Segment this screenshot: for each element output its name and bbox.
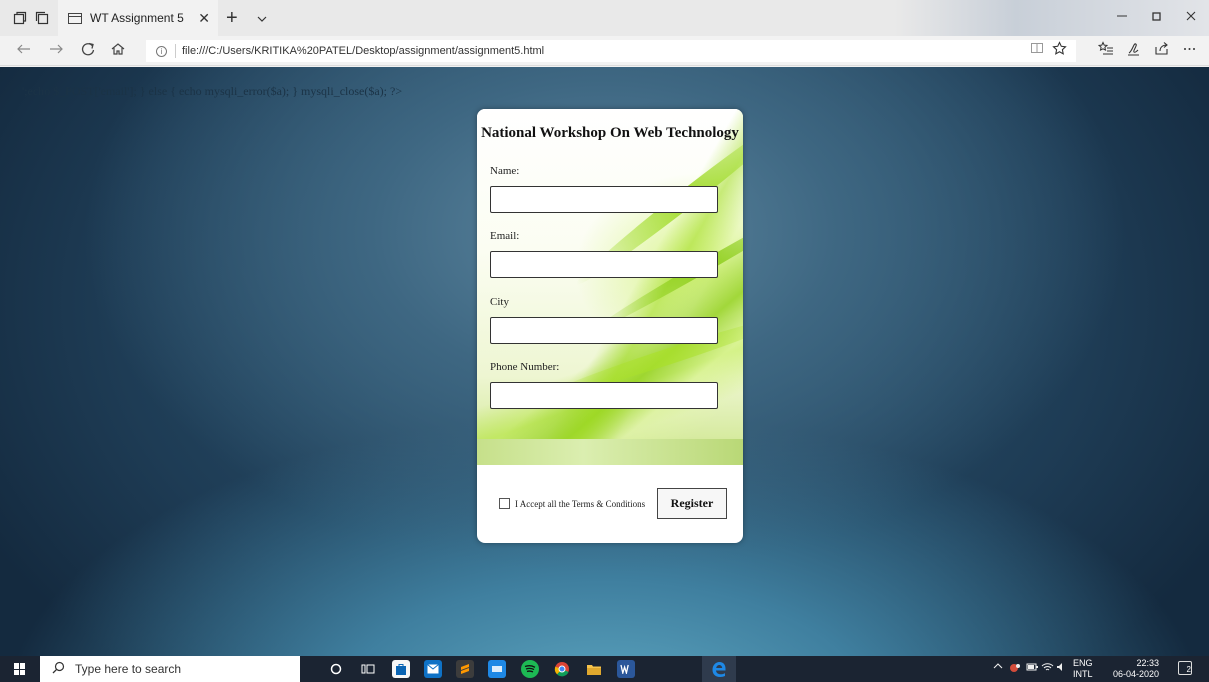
share-icon[interactable] bbox=[1154, 41, 1169, 60]
search-icon bbox=[52, 661, 65, 677]
show-hidden-icons-icon[interactable] bbox=[993, 662, 1003, 673]
home-icon[interactable] bbox=[110, 41, 126, 61]
tab-set-aside-icon[interactable] bbox=[12, 10, 28, 26]
phone-label: Phone Number: bbox=[490, 361, 560, 373]
terms-row: I Accept all the Terms & Conditions bbox=[499, 498, 645, 509]
phone-input[interactable] bbox=[490, 382, 718, 409]
clock[interactable]: 22:33 06-04-2020 bbox=[1087, 658, 1159, 680]
store-icon[interactable] bbox=[392, 660, 410, 678]
email-label: Email: bbox=[490, 230, 520, 242]
sublime-icon[interactable] bbox=[456, 660, 474, 678]
cortana-icon[interactable] bbox=[327, 660, 345, 678]
app-icon[interactable] bbox=[488, 660, 506, 678]
name-input[interactable] bbox=[490, 186, 718, 213]
notification-count: 2 bbox=[1186, 665, 1191, 674]
email-input[interactable] bbox=[490, 251, 718, 278]
terms-label: I Accept all the Terms & Conditions bbox=[515, 498, 646, 509]
clock-time: 22:33 bbox=[1136, 658, 1159, 668]
action-center-icon[interactable]: 2 bbox=[1178, 661, 1192, 675]
web-note-icon[interactable] bbox=[1126, 41, 1141, 60]
city-label: City bbox=[490, 296, 509, 308]
url-separator bbox=[175, 44, 176, 58]
forward-icon[interactable] bbox=[48, 41, 64, 61]
url-field[interactable]: i file:///C:/Users/KRITIKA%20PATEL/Deskt… bbox=[146, 40, 1076, 62]
maximize-icon[interactable] bbox=[1151, 9, 1163, 25]
wifi-icon[interactable] bbox=[1041, 662, 1054, 675]
more-icon[interactable] bbox=[1182, 41, 1197, 60]
taskbar-search[interactable]: Type here to search bbox=[40, 656, 300, 682]
new-tab-button[interactable]: + bbox=[226, 7, 238, 30]
favorites-hub-icon[interactable] bbox=[1097, 41, 1114, 60]
windows-taskbar: Type here to search ENG INTL 22:33 06-04… bbox=[0, 656, 1209, 682]
form-background bbox=[477, 109, 743, 465]
page-viewport: ';echo $_POST['email']; } else { echo my… bbox=[0, 67, 1209, 656]
network-app-icon[interactable] bbox=[1009, 662, 1021, 677]
windows-start-icon[interactable] bbox=[14, 663, 26, 675]
favorite-star-icon[interactable] bbox=[1052, 41, 1067, 60]
file-explorer-icon[interactable] bbox=[585, 660, 603, 678]
volume-icon[interactable] bbox=[1056, 662, 1066, 675]
browser-tab[interactable]: WT Assignment 5 ✕ bbox=[58, 0, 218, 36]
mail-icon[interactable] bbox=[424, 660, 442, 678]
browser-title-bar: WT Assignment 5 ✕ + bbox=[0, 0, 1209, 36]
back-icon[interactable] bbox=[16, 41, 32, 61]
reading-view-icon[interactable] bbox=[1030, 41, 1044, 59]
php-echo-text: ';echo $_POST['email']; } else { echo my… bbox=[22, 84, 403, 98]
word-icon[interactable] bbox=[617, 660, 635, 678]
form-band bbox=[477, 439, 743, 465]
terms-checkbox[interactable] bbox=[499, 498, 510, 509]
minimize-icon[interactable] bbox=[1116, 9, 1128, 25]
battery-icon[interactable] bbox=[1026, 662, 1039, 675]
info-icon[interactable]: i bbox=[156, 45, 167, 57]
page-icon bbox=[68, 12, 82, 24]
search-placeholder: Type here to search bbox=[75, 662, 182, 676]
refresh-icon[interactable] bbox=[80, 41, 96, 61]
city-input[interactable] bbox=[490, 317, 718, 344]
tab-list-icon[interactable] bbox=[257, 11, 267, 22]
close-icon[interactable] bbox=[1185, 9, 1197, 25]
edge-icon[interactable] bbox=[710, 660, 728, 678]
url-text: file:///C:/Users/KRITIKA%20PATEL/Desktop… bbox=[182, 45, 545, 57]
tab-title: WT Assignment 5 bbox=[90, 11, 184, 25]
tab-restore-icon[interactable] bbox=[34, 10, 50, 26]
name-label: Name: bbox=[490, 165, 520, 177]
form-title: National Workshop On Web Technology bbox=[481, 125, 739, 141]
spotify-icon[interactable] bbox=[521, 660, 539, 678]
task-view-icon[interactable] bbox=[359, 660, 377, 678]
registration-form: National Workshop On Web Technology Name… bbox=[477, 109, 743, 543]
tab-close-icon[interactable]: ✕ bbox=[198, 10, 210, 27]
clock-date: 06-04-2020 bbox=[1112, 669, 1159, 679]
address-bar-row: i file:///C:/Users/KRITIKA%20PATEL/Deskt… bbox=[0, 36, 1209, 66]
register-button[interactable]: Register bbox=[657, 488, 727, 519]
chrome-icon[interactable] bbox=[553, 660, 571, 678]
